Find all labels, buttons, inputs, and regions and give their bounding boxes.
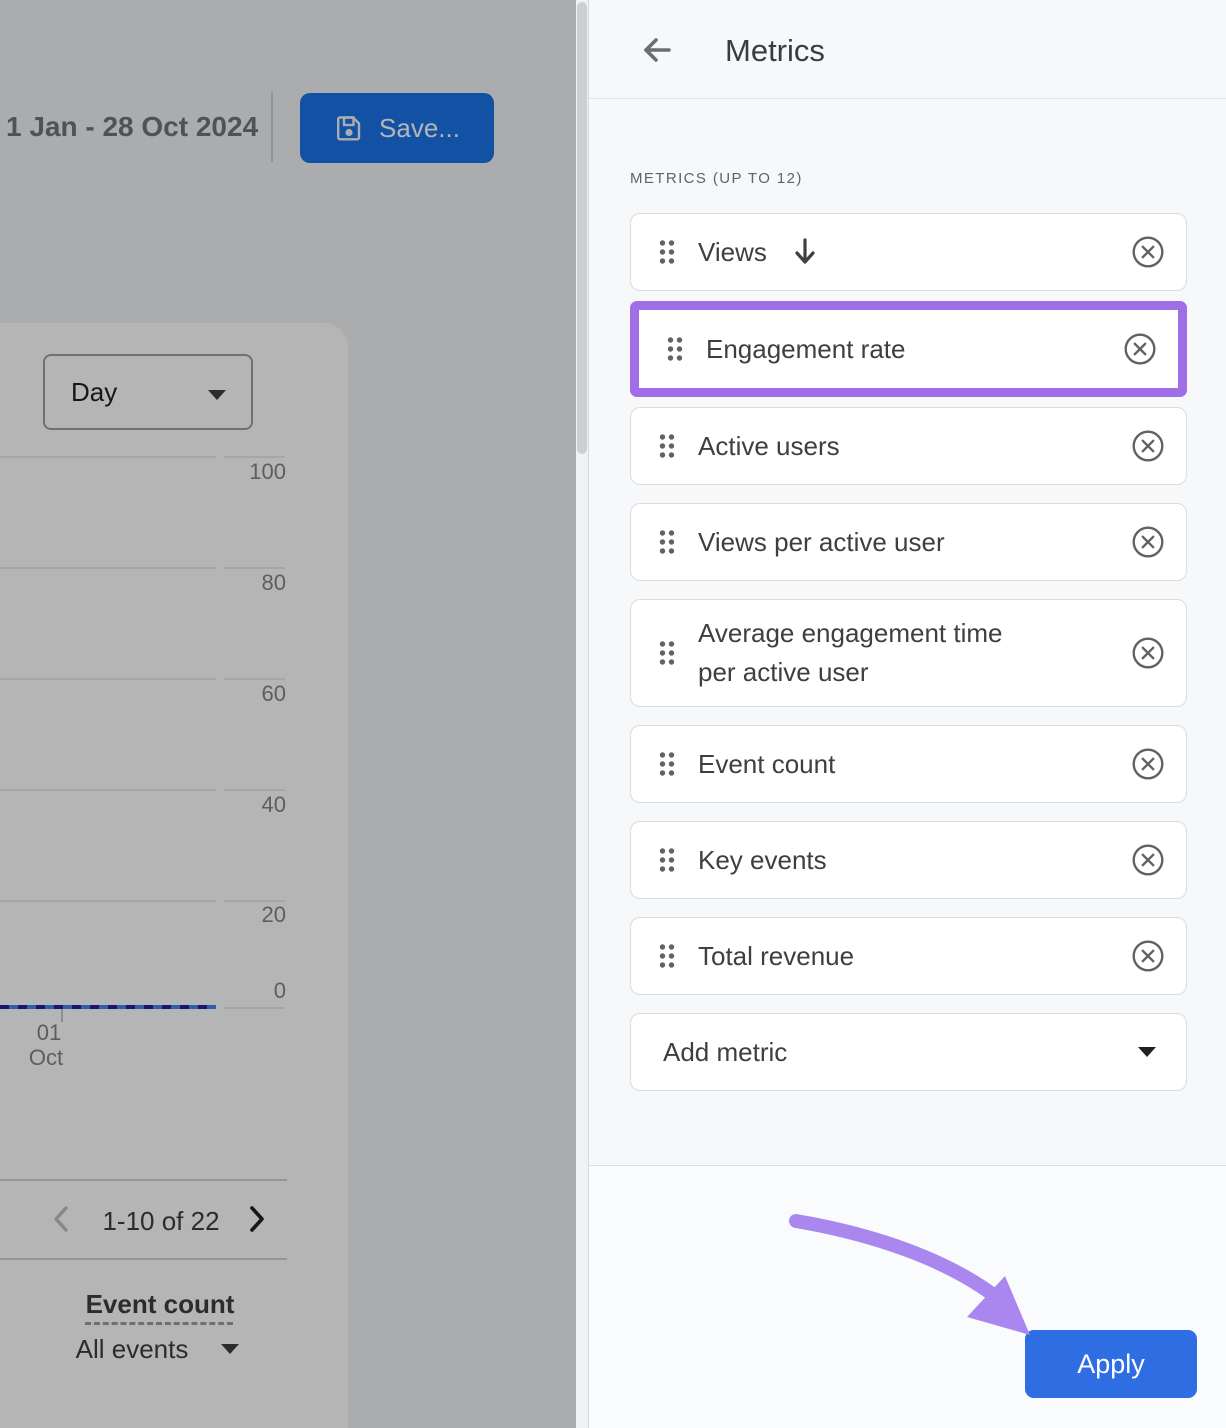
gridline [0, 456, 216, 458]
drag-handle-icon[interactable] [657, 639, 677, 667]
metric-card[interactable]: Engagement rate [639, 310, 1178, 388]
y-tick-label: 80 [226, 571, 286, 595]
chevron-right-icon[interactable] [246, 1204, 268, 1234]
granularity-dropdown[interactable]: Day [43, 354, 253, 430]
y-axis-tick [224, 789, 285, 791]
table-divider [0, 1258, 287, 1260]
save-button-label: Save... [379, 113, 460, 144]
y-tick-label: 40 [226, 793, 286, 817]
panel-header: Metrics [589, 0, 1226, 99]
table-metric-header[interactable]: Event count [60, 1289, 260, 1320]
add-metric-label: Add metric [663, 1033, 787, 1072]
metric-label: Views [698, 233, 767, 272]
y-tick-label: 0 [226, 979, 286, 1003]
screenshot-stage: 1 Jan - 28 Oct 2024 Save... Day [0, 0, 1226, 1428]
metric-card[interactable]: Key events [630, 821, 1187, 899]
remove-metric-icon[interactable] [1131, 429, 1165, 463]
metric-card[interactable]: Views [630, 213, 1187, 291]
y-axis-tick [224, 678, 285, 680]
sort-descending-arrow-icon[interactable] [791, 236, 819, 268]
metric-header-underline [85, 1322, 233, 1325]
metrics-list: Views [630, 213, 1187, 1091]
gridline [0, 789, 216, 791]
apply-button[interactable]: Apply [1025, 1330, 1197, 1398]
y-tick-label: 100 [226, 460, 286, 484]
date-range-label[interactable]: 1 Jan - 28 Oct 2024 [6, 111, 258, 143]
scrollbar-track[interactable] [576, 0, 588, 1428]
metric-label: Total revenue [698, 937, 854, 976]
drag-handle-icon[interactable] [657, 238, 677, 266]
metric-label: Key events [698, 841, 827, 880]
metric-card[interactable]: Average engagement time per active user [630, 599, 1187, 707]
report-canvas-dimmed: 1 Jan - 28 Oct 2024 Save... Day [0, 0, 576, 1428]
metric-label: Views per active user [698, 523, 945, 562]
metrics-section-label: METRICS (UP TO 12) [630, 170, 803, 187]
toolbar-divider [271, 92, 273, 162]
remove-metric-icon[interactable] [1123, 332, 1157, 366]
remove-metric-icon[interactable] [1131, 235, 1165, 269]
remove-metric-icon[interactable] [1131, 939, 1165, 973]
drag-handle-icon[interactable] [657, 750, 677, 778]
back-arrow-icon[interactable] [637, 31, 677, 71]
metric-card[interactable]: Views per active user [630, 503, 1187, 581]
metric-label: Engagement rate [706, 330, 905, 369]
pagination-label: 1-10 of 22 [88, 1206, 234, 1237]
gridline [0, 678, 216, 680]
drag-handle-icon[interactable] [657, 942, 677, 970]
remove-metric-icon[interactable] [1131, 525, 1165, 559]
remove-metric-icon[interactable] [1131, 747, 1165, 781]
panel-title: Metrics [725, 33, 825, 69]
metrics-side-panel: Metrics METRICS (UP TO 12) Views [588, 0, 1226, 1428]
metric-label: Event count [698, 745, 835, 784]
x-axis-baseline [224, 1007, 285, 1009]
gridline [0, 900, 216, 902]
save-icon [334, 113, 364, 143]
y-axis-tick [224, 456, 285, 458]
y-tick-label: 20 [226, 903, 286, 927]
x-tick-label-month: Oct [22, 1046, 70, 1070]
remove-metric-icon[interactable] [1131, 843, 1165, 877]
chart-series-line-dashed [0, 1005, 216, 1009]
chevron-down-icon [208, 390, 226, 400]
remove-metric-icon[interactable] [1131, 636, 1165, 670]
metric-card[interactable]: Total revenue [630, 917, 1187, 995]
report-chart-card [0, 323, 348, 1428]
metric-label: Active users [698, 427, 840, 466]
table-divider [0, 1179, 287, 1181]
drag-handle-icon[interactable] [657, 846, 677, 874]
y-axis-tick [224, 567, 285, 569]
x-tick-label-day: 01 [28, 1021, 70, 1045]
drag-handle-icon[interactable] [657, 528, 677, 556]
save-button[interactable]: Save... [300, 93, 494, 163]
chevron-left-icon[interactable] [50, 1204, 72, 1234]
metric-highlight-frame: Engagement rate [630, 301, 1187, 397]
chevron-down-icon[interactable] [221, 1344, 239, 1354]
metric-card[interactable]: Active users [630, 407, 1187, 485]
metric-card[interactable]: Event count [630, 725, 1187, 803]
granularity-value: Day [71, 377, 117, 408]
scrollbar-thumb[interactable] [577, 2, 587, 454]
table-filter-label[interactable]: All events [50, 1334, 214, 1365]
chevron-down-icon [1138, 1047, 1156, 1057]
add-metric-dropdown[interactable]: Add metric [630, 1013, 1187, 1091]
drag-handle-icon[interactable] [657, 432, 677, 460]
metric-label: Average engagement time per active user [698, 614, 1028, 692]
gridline [0, 567, 216, 569]
drag-handle-icon[interactable] [665, 335, 685, 363]
y-tick-label: 60 [226, 682, 286, 706]
